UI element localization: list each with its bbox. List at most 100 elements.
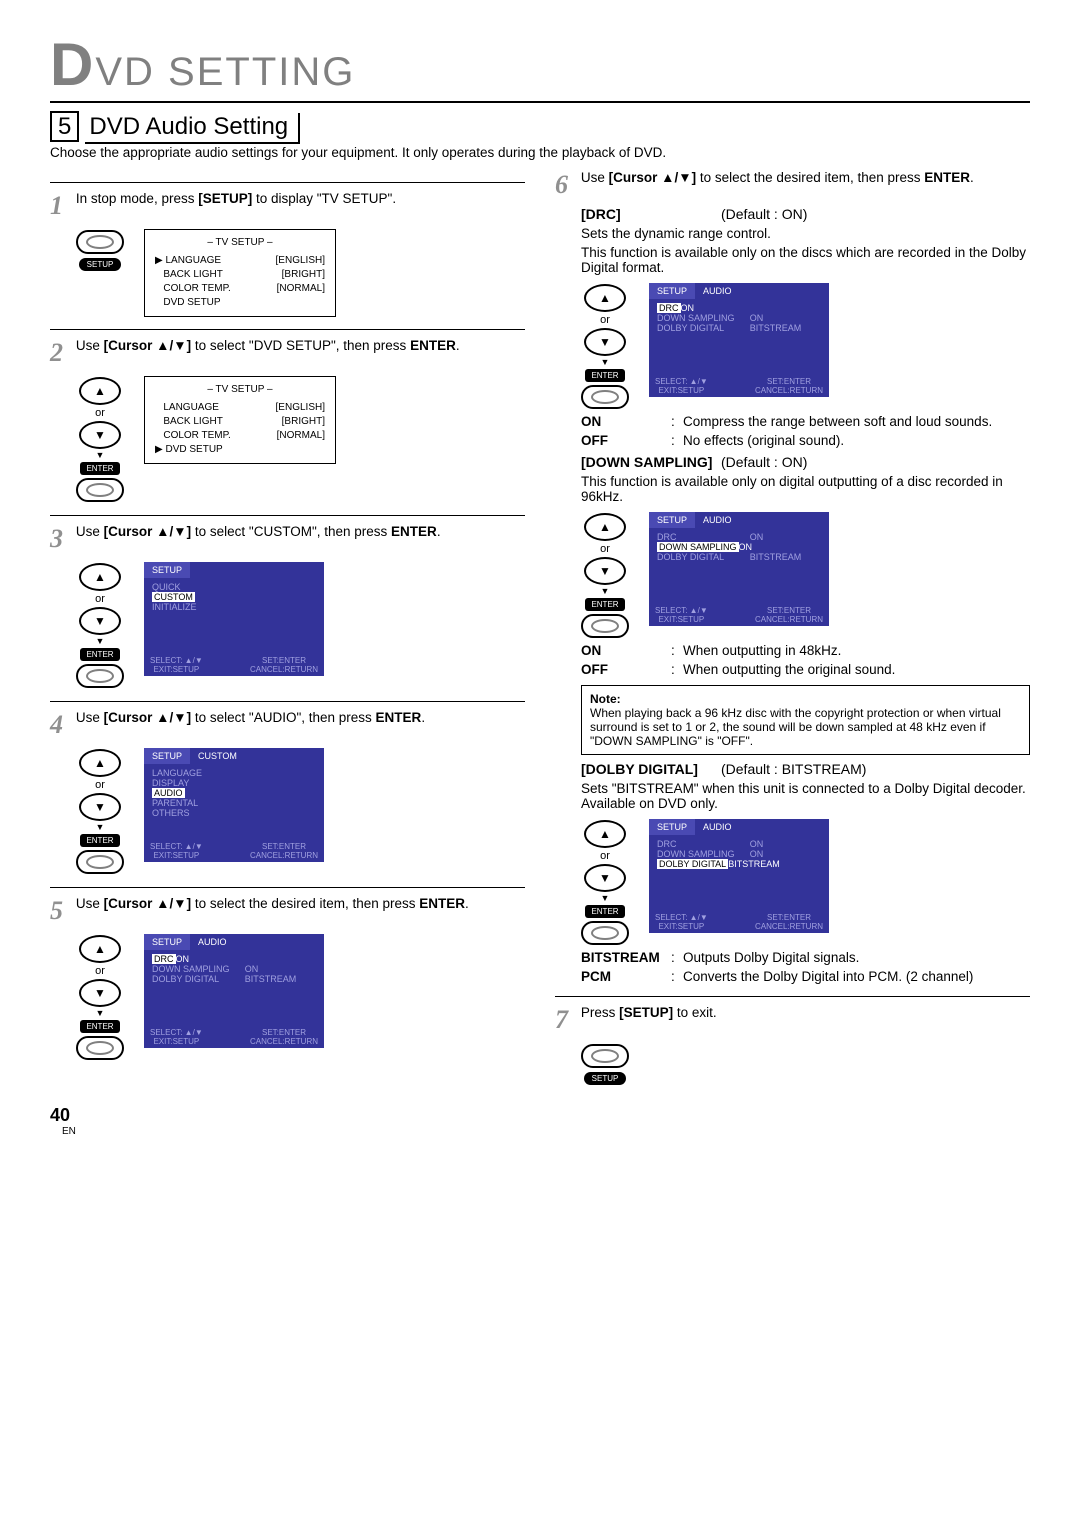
osd-tab: CUSTOM [190, 748, 245, 764]
enter-button-label: ENTER [80, 648, 119, 661]
osd-audio-dolby: SETUPAUDIO DRCON DOWN SAMPLINGON DOLBY D… [649, 819, 829, 933]
param-default: (Default : ON) [721, 206, 807, 222]
page-header: DVD SETTING [50, 30, 1030, 103]
osd-tab: SETUP [649, 283, 695, 299]
setup-key: [SETUP] [619, 1005, 673, 1020]
osd-tab: SETUP [144, 562, 190, 578]
up-button-icon[interactable] [79, 935, 121, 963]
down-button-icon[interactable] [79, 607, 121, 635]
param-desc: Sets "BITSTREAM" when this unit is conne… [581, 781, 1030, 811]
enter-button-icon[interactable] [76, 850, 124, 874]
down-button-icon[interactable] [79, 793, 121, 821]
opt-key: ON [581, 643, 671, 658]
opt-key: ON [581, 414, 671, 429]
enter-button-icon[interactable] [581, 385, 629, 409]
cursor-key: [Cursor ▲/▼] [104, 338, 191, 353]
remote-updown-enter: or ENTER [76, 748, 124, 875]
right-column: 6 Use [Cursor ▲/▼] to select the desired… [555, 170, 1030, 1085]
enter-button-label: ENTER [80, 834, 119, 847]
enter-key: ENTER [391, 524, 437, 539]
cursor-key: [Cursor ▲/▼] [609, 170, 696, 185]
osd-audio-menu: SETUPAUDIO DRCON DOWN SAMPLINGON DOLBY D… [144, 934, 324, 1048]
enter-button-icon[interactable] [581, 921, 629, 945]
osd-audio-down: SETUPAUDIO DRCON DOWN SAMPLINGON DOLBY D… [649, 512, 829, 626]
cursor-icon: ▶ [155, 254, 163, 268]
setup-button-icon[interactable] [76, 230, 124, 254]
arrow-down-icon [96, 636, 105, 646]
arrow-down-icon [601, 893, 610, 903]
arrow-down-icon [601, 357, 610, 367]
osd-tab: SETUP [649, 512, 695, 528]
enter-button-label: ENTER [585, 598, 624, 611]
left-column: 1 In stop mode, press [SETUP] to display… [50, 170, 525, 1085]
note-box: Note: When playing back a 96 kHz disc wi… [581, 685, 1030, 755]
opt-key: OFF [581, 662, 671, 677]
setup-button-label: SETUP [584, 1072, 627, 1085]
down-button-icon[interactable] [584, 557, 626, 585]
arrow-down-icon [96, 1008, 105, 1018]
osd-tab: SETUP [144, 934, 190, 950]
osd-tab: SETUP [649, 819, 695, 835]
param-name: [DOLBY DIGITAL] [581, 761, 721, 777]
cursor-key: [Cursor ▲/▼] [104, 896, 191, 911]
section-name: DVD Audio Setting [85, 113, 300, 144]
step-text: Press [SETUP] to exit. [581, 1005, 1030, 1020]
param-dolby-digital: [DOLBY DIGITAL] (Default : BITSTREAM) Se… [581, 761, 1030, 984]
opt-key: BITSTREAM [581, 950, 671, 965]
remote-updown-enter: or ENTER [76, 562, 124, 689]
step-num: 1 [50, 191, 72, 221]
cursor-key: [Cursor ▲/▼] [104, 524, 191, 539]
page-lang: EN [62, 1126, 1030, 1137]
up-button-icon[interactable] [584, 284, 626, 312]
remote-setup: SETUP [581, 1043, 629, 1085]
enter-key: ENTER [924, 170, 970, 185]
arrow-down-icon [96, 822, 105, 832]
enter-button-label: ENTER [80, 1020, 119, 1033]
note-body: When playing back a 96 kHz disc with the… [590, 706, 1001, 748]
up-button-icon[interactable] [79, 377, 121, 405]
param-name: [DOWN SAMPLING] [581, 454, 721, 470]
enter-button-icon[interactable] [76, 664, 124, 688]
param-desc: This function is available only on the d… [581, 245, 1030, 275]
opt-val: No effects (original sound). [683, 433, 844, 448]
step-num: 5 [50, 896, 72, 926]
arrow-down-icon [96, 450, 105, 460]
down-button-icon[interactable] [79, 979, 121, 1007]
up-button-icon[interactable] [79, 749, 121, 777]
page-number: 40 [50, 1105, 1030, 1126]
step-num: 7 [555, 1005, 577, 1035]
step-4: 4 Use [Cursor ▲/▼] to select "AUDIO", th… [50, 701, 525, 875]
up-button-icon[interactable] [584, 820, 626, 848]
menu-title: – TV SETUP – [155, 236, 325, 250]
setup-button-icon[interactable] [581, 1044, 629, 1068]
or-label: or [600, 543, 610, 555]
down-button-icon[interactable] [584, 328, 626, 356]
enter-button-icon[interactable] [76, 1036, 124, 1060]
tv-setup-menu: – TV SETUP – LANGUAGE[ENGLISH] BACK LIGH… [144, 376, 336, 464]
remote-setup: SETUP [76, 229, 124, 271]
param-desc: Sets the dynamic range control. [581, 226, 1030, 241]
cursor-icon: ▶ [155, 443, 163, 457]
cursor-key: [Cursor ▲/▼] [104, 710, 191, 725]
opt-val: Compress the range between soft and loud… [683, 414, 992, 429]
setup-key: [SETUP] [198, 191, 252, 206]
arrow-down-icon [601, 586, 610, 596]
step-7: 7 Press [SETUP] to exit. SETUP [555, 996, 1030, 1085]
intro-text: Choose the appropriate audio settings fo… [50, 145, 1030, 160]
osd-tab: AUDIO [190, 934, 235, 950]
remote-updown-enter: or ENTER [76, 934, 124, 1061]
down-button-icon[interactable] [79, 421, 121, 449]
param-drc: [DRC] (Default : ON) Sets the dynamic ra… [581, 206, 1030, 448]
enter-button-label: ENTER [585, 905, 624, 918]
up-button-icon[interactable] [584, 513, 626, 541]
osd-tab: AUDIO [695, 819, 740, 835]
enter-button-icon[interactable] [76, 478, 124, 502]
section-num: 5 [50, 111, 79, 142]
down-button-icon[interactable] [584, 864, 626, 892]
osd-custom-menu: SETUPCUSTOM LANGUAGE DISPLAY AUDIO PAREN… [144, 748, 324, 862]
enter-button-icon[interactable] [581, 614, 629, 638]
opt-key: OFF [581, 433, 671, 448]
or-label: or [600, 850, 610, 862]
up-button-icon[interactable] [79, 563, 121, 591]
step-text: Use [Cursor ▲/▼] to select "DVD SETUP", … [76, 338, 525, 353]
